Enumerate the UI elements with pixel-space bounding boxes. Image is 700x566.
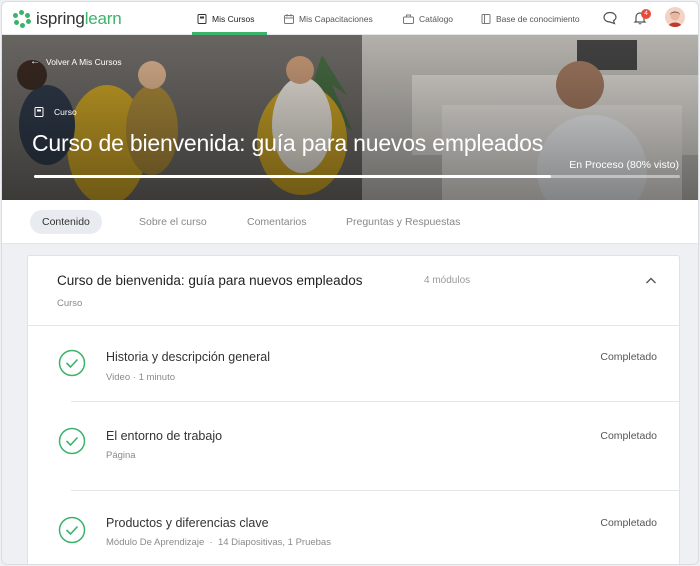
module-count: 4 módulos [424, 275, 471, 286]
list-item[interactable]: El entorno de trabajo Página Completado [28, 402, 679, 490]
logo-suffix: learn [84, 9, 122, 28]
course-content-card: Curso de bienvenida: guía para nuevos em… [27, 255, 680, 564]
back-to-courses-link[interactable]: ← Volver A Mis Cursos [30, 56, 122, 67]
list-item[interactable]: Historia y descripción general Video · 1… [28, 326, 679, 401]
tab-comentarios[interactable]: Comentarios [247, 210, 307, 234]
catalog-icon [403, 14, 414, 24]
progress-fill [34, 175, 551, 178]
notification-badge: 4 [641, 9, 651, 19]
item-status: Completado [600, 351, 657, 363]
check-circle-icon [58, 349, 86, 377]
logo[interactable]: ispringlearn [13, 9, 122, 29]
check-circle-icon [58, 516, 86, 544]
course-icon [34, 107, 44, 117]
nav-label: Mis Cursos [212, 13, 255, 24]
calendar-icon [284, 13, 294, 24]
chevron-up-icon[interactable] [645, 276, 657, 286]
tab-contenido[interactable]: Contenido [30, 210, 102, 234]
item-status: Completado [600, 430, 657, 442]
user-avatar[interactable] [665, 7, 685, 27]
item-status: Completado [600, 517, 657, 529]
course-title: Curso de bienvenida: guía para nuevos em… [32, 130, 544, 156]
logo-text: ispringlearn [36, 9, 122, 29]
tab-preguntas-y-respuestas[interactable]: Preguntas y Respuestas [346, 210, 460, 234]
book-icon [197, 13, 207, 24]
course-tabs: Contenido Sobre el curso Comentarios Pre… [2, 200, 698, 244]
card-title: Curso de bienvenida: guía para nuevos em… [57, 273, 363, 288]
nav-label: Mis Capacitaciones [299, 13, 373, 24]
check-circle-icon [58, 427, 86, 455]
app-window: ispringlearn Mis Cursos Mis Capacitacion… [1, 1, 699, 565]
course-hero: ← Volver A Mis Cursos Curso Curso de bie… [2, 35, 698, 200]
course-type: Curso [34, 107, 77, 117]
knowledge-base-icon [481, 13, 491, 24]
course-progress-bar [34, 175, 680, 178]
nav-mis-capacitaciones[interactable]: Mis Capacitaciones [284, 2, 373, 35]
nav-label: Catálogo [419, 13, 454, 24]
course-card-header[interactable]: Curso de bienvenida: guía para nuevos em… [28, 256, 679, 326]
item-title: Productos y diferencias clave [106, 516, 269, 530]
item-title: Historia y descripción general [106, 350, 270, 364]
arrow-left-icon: ← [30, 56, 40, 67]
item-meta: Video · 1 minuto [106, 372, 176, 383]
nav-label: Base de conocimiento [496, 13, 580, 24]
tab-sobre-el-curso[interactable]: Sobre el curso [139, 210, 207, 234]
course-type-label: Curso [54, 107, 77, 117]
logo-prefix: ispring [36, 9, 85, 28]
course-status: En Proceso (80% visto) [569, 159, 679, 171]
item-meta: Módulo De Aprendizaje · 14 Diapositivas,… [106, 537, 331, 548]
item-title: El entorno de trabajo [106, 429, 223, 443]
logo-icon [13, 10, 31, 28]
nav-base-de-conocimiento[interactable]: Base de conocimiento [481, 2, 580, 35]
chat-icon[interactable] [602, 10, 618, 26]
top-navigation: ispringlearn Mis Cursos Mis Capacitacion… [2, 2, 698, 35]
nav-catalogo[interactable]: Catálogo [403, 2, 453, 35]
item-meta: Página [106, 450, 136, 461]
nav-mis-cursos[interactable]: Mis Cursos [197, 2, 255, 35]
card-subtitle: Curso [57, 298, 83, 309]
back-label: Volver A Mis Cursos [46, 56, 122, 67]
list-item[interactable]: Productos y diferencias clave Módulo De … [28, 491, 679, 564]
